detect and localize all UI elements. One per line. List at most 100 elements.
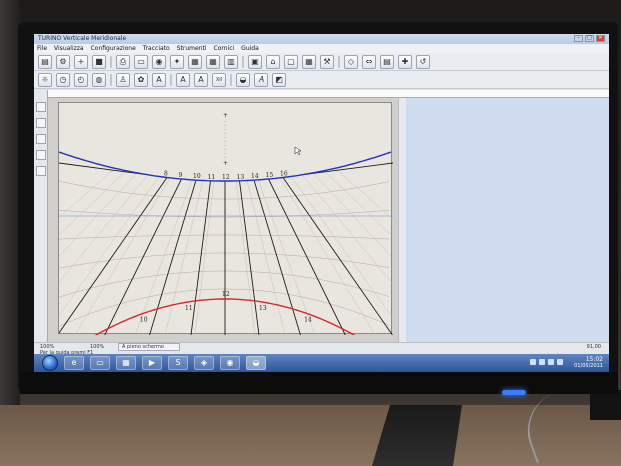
half-hour-line [312, 172, 466, 336]
letter-a-button[interactable]: A [176, 72, 190, 87]
hour-label: 13 [259, 305, 267, 312]
close-button[interactable]: ✕ [596, 35, 605, 42]
toolbar-separator [110, 73, 112, 86]
maximize-button[interactable]: □ [585, 35, 594, 42]
menu-cornici[interactable]: Cornici [214, 44, 235, 53]
half-hour-line [194, 180, 215, 336]
person-icon[interactable]: ♙ [116, 72, 130, 87]
monitor-bezel-bottom [20, 372, 618, 394]
vertical-scrollbar[interactable] [398, 98, 406, 342]
hour-label: 16 [280, 170, 288, 177]
gear-icon[interactable]: ⚙ [56, 54, 70, 69]
gnomon-foot-icon: + [223, 160, 228, 167]
hour-label: 9 [179, 172, 183, 179]
page-icon[interactable]: ▭ [134, 54, 148, 69]
drawing-canvas[interactable]: + + 8 9 10 11 12 13 14 15 16 10 11 12 13 14 [34, 98, 526, 342]
skype-icon[interactable]: S [168, 356, 188, 370]
top-ruler [48, 90, 609, 105]
hour-label: 11 [185, 305, 193, 312]
tool-icon[interactable]: ⚒ [320, 54, 334, 69]
fullscreen-button[interactable]: A pieno schermo [118, 343, 180, 351]
tile-icon[interactable]: ▦ [206, 54, 220, 69]
text-icon[interactable]: 𝐴 [254, 72, 268, 87]
clock-icon[interactable]: ◷ [56, 72, 70, 87]
menu-guida[interactable]: Guida [241, 44, 259, 53]
open-icon[interactable]: ▤ [38, 54, 52, 69]
hour-line [190, 180, 211, 336]
hour-label: 10 [193, 173, 201, 180]
print-icon[interactable]: ⎙ [116, 54, 130, 69]
clock-date: 01/05/2011 [574, 363, 603, 369]
pointer-tool-icon[interactable] [36, 102, 46, 112]
menu-visualizza[interactable]: Visualizza [54, 44, 84, 53]
cross-icon[interactable]: ✚ [398, 54, 412, 69]
toolbar-separator [242, 55, 244, 68]
half-hour-line [134, 179, 193, 336]
wall [0, 0, 20, 466]
half-hour-line [164, 180, 204, 336]
tile-icon[interactable]: ▦ [188, 54, 202, 69]
folder-icon[interactable]: ▭ [90, 356, 110, 370]
windows-taskbar: e ▭ ▦ ▶ S ◈ ◉ ◒ 15:02 01/05/2011 [34, 354, 609, 372]
tray-flag-icon[interactable] [530, 359, 536, 365]
menu-configurazione[interactable]: Configurazione [91, 44, 136, 53]
plus-icon[interactable]: + [74, 54, 88, 69]
left-toolbox [34, 90, 48, 342]
book-icon[interactable]: ▥ [224, 54, 238, 69]
circle-tool-icon[interactable] [36, 150, 46, 160]
half-hour-line [235, 180, 256, 336]
font-icon[interactable]: A [152, 72, 166, 87]
doc-icon[interactable]: ▤ [380, 54, 394, 69]
hour-label: 10 [140, 317, 148, 324]
sundial-app-icon[interactable]: ◒ [246, 356, 266, 370]
start-button[interactable] [42, 355, 58, 371]
plant-icon[interactable]: ✿ [134, 72, 148, 87]
image-icon[interactable]: ▣ [248, 54, 262, 69]
globe-icon[interactable]: ◉ [152, 54, 166, 69]
sundial-icon[interactable]: ◒ [236, 72, 250, 87]
menu-strumenti[interactable]: Strumenti [177, 44, 207, 53]
move-icon[interactable]: ⇔ [362, 54, 376, 69]
hour-label: 13 [237, 174, 245, 181]
menu-tracciato[interactable]: Tracciato [143, 44, 170, 53]
ie-icon[interactable]: e [64, 356, 84, 370]
timer-icon[interactable]: ◴ [74, 72, 88, 87]
save-icon[interactable]: ■ [92, 54, 106, 69]
tray-power-icon[interactable] [557, 359, 563, 365]
media-player-icon[interactable]: ▶ [142, 356, 162, 370]
house-icon[interactable]: ⌂ [266, 54, 280, 69]
roman-numeral-button[interactable]: XII [212, 72, 226, 87]
menu-file[interactable]: File [37, 44, 47, 53]
network-icon[interactable]: ◈ [194, 356, 214, 370]
half-hour-line [334, 168, 526, 336]
clock-time: 15:02 [585, 356, 603, 363]
hour-label: 12 [222, 291, 230, 298]
speaker [590, 390, 621, 420]
tray-network-icon[interactable] [539, 359, 545, 365]
globe-lines-icon[interactable]: ◍ [92, 72, 106, 87]
minimize-button[interactable]: – [574, 35, 583, 42]
grid-icon[interactable]: ▦ [302, 54, 316, 69]
status-bar: 100% 100% A pieno schermo 91,00 [34, 342, 609, 351]
frame-icon[interactable]: ▢ [284, 54, 298, 69]
chrome-icon[interactable]: ◉ [220, 356, 240, 370]
shape-tool-icon[interactable] [36, 134, 46, 144]
reset-icon[interactable]: ↺ [416, 54, 430, 69]
declination-line [58, 252, 390, 269]
tray-volume-icon[interactable] [548, 359, 554, 365]
pen-tool-icon[interactable] [36, 166, 46, 176]
half-hour-line [74, 177, 171, 336]
toolbar-separator [110, 55, 112, 68]
window-title: TURINO Verticale Meridionale [38, 35, 127, 42]
coordinate-readout: 91,00 [586, 344, 601, 350]
sun-icon[interactable]: ☼ [38, 72, 52, 87]
color-icon[interactable]: ◩ [272, 72, 286, 87]
window-controls: – □ ✕ [574, 35, 605, 42]
compass-icon[interactable]: ✦ [170, 54, 184, 69]
line-tool-icon[interactable] [36, 118, 46, 128]
media-center-icon[interactable]: ▦ [116, 356, 136, 370]
letter-a2-button[interactable]: A [194, 72, 208, 87]
clock-area[interactable]: 15:02 01/05/2011 [574, 356, 603, 369]
plane-icon[interactable]: ◇ [344, 54, 358, 69]
hour-label: 11 [208, 174, 216, 181]
